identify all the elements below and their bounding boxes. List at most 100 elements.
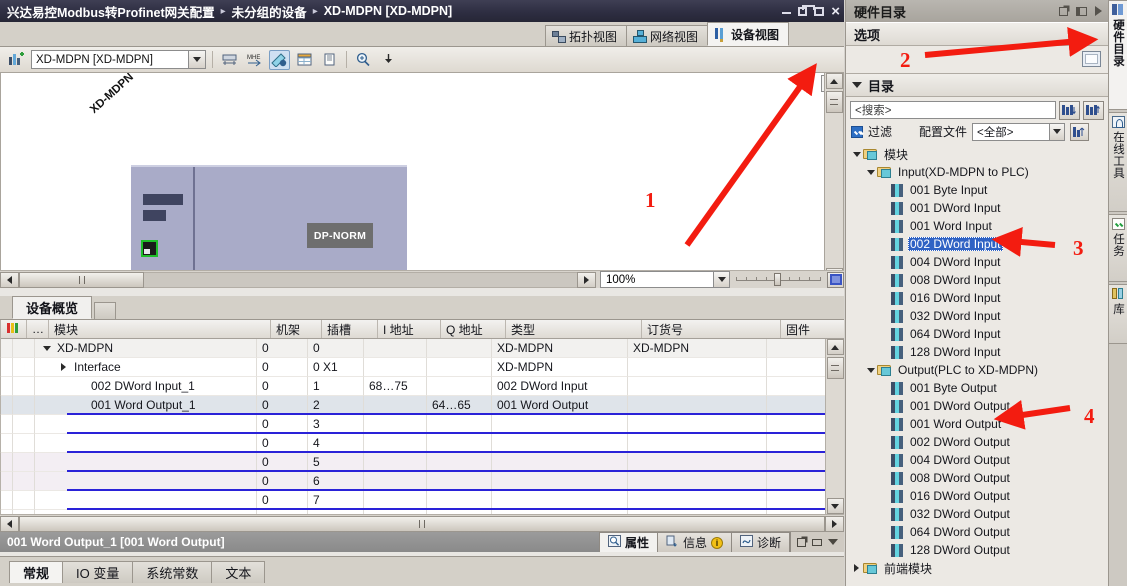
search-up-icon[interactable]: [1083, 100, 1104, 120]
hscroll-left-button[interactable]: [0, 271, 19, 288]
device-canvas[interactable]: XD-MDPN DP-NORM: [1, 73, 824, 284]
cell-iaddr[interactable]: 68…75: [364, 377, 427, 396]
reset-icon[interactable]: MHE: [244, 50, 265, 70]
cell-dots[interactable]: [13, 472, 35, 491]
catalog-tree-item[interactable]: 002 DWord Output: [846, 433, 1108, 451]
catalog-tree-item[interactable]: 128 DWord Input: [846, 343, 1108, 361]
hscroll-right-button[interactable]: [577, 271, 596, 288]
table-row[interactable]: Interface 0 0 X1 XD-MDPN: [0, 358, 825, 377]
cell-slot[interactable]: 0 X1: [308, 358, 364, 377]
tab-device-overview[interactable]: 设备概览: [12, 296, 93, 319]
tree-expander-icon[interactable]: [850, 564, 863, 572]
cell-type[interactable]: XD-MDPN: [492, 339, 628, 358]
add-device-icon[interactable]: [6, 50, 27, 70]
catalog-tree-item[interactable]: 001 Word Input: [846, 217, 1108, 235]
catalog-tree-item[interactable]: 064 DWord Output: [846, 523, 1108, 541]
inspector-bottom-tab[interactable]: 文本: [211, 561, 266, 583]
catalog-tree-item[interactable]: 032 DWord Output: [846, 505, 1108, 523]
catalog-tree-item[interactable]: 前端模块: [846, 559, 1108, 577]
cell-firmware[interactable]: [767, 339, 825, 358]
cell-dots[interactable]: [13, 339, 35, 358]
table-header-firmware[interactable]: 固件: [781, 320, 844, 338]
breadcrumb-item-device[interactable]: XD-MDPN [XD-MDPN]: [324, 4, 452, 18]
catalog-tree-item[interactable]: 016 DWord Output: [846, 487, 1108, 505]
inspector-bottom-tab[interactable]: 系统常数: [132, 561, 213, 583]
cell-order[interactable]: [628, 377, 767, 396]
catalog-section-header[interactable]: 目录: [846, 74, 1108, 97]
table-horizontal-scrollbar[interactable]: [0, 514, 844, 532]
table-header-rack[interactable]: 机架: [271, 320, 322, 338]
dp-norm-module[interactable]: DP-NORM: [307, 223, 373, 248]
catalog-tree-item[interactable]: 001 DWord Output: [846, 397, 1108, 415]
minimize-icon[interactable]: [782, 5, 792, 14]
tab-network-view[interactable]: 网络视图: [625, 25, 708, 46]
cell-dots[interactable]: [13, 396, 35, 415]
breadcrumb-item-project[interactable]: 兴达易控Modbus转Profinet网关配置: [7, 2, 215, 21]
align-icon[interactable]: [219, 50, 240, 70]
catalog-options-toggle-icon[interactable]: [1082, 51, 1101, 67]
tree-expander-icon[interactable]: [850, 151, 863, 157]
cell-module[interactable]: XD-MDPN: [35, 339, 257, 358]
chevron-down-icon[interactable]: [852, 82, 862, 88]
scroll-thumb[interactable]: [825, 91, 843, 113]
cell-slot[interactable]: 0: [308, 339, 364, 358]
device-selector-combo[interactable]: XD-MDPN [XD-MDPN]: [31, 50, 206, 69]
catalog-tree-item[interactable]: 004 DWord Output: [846, 451, 1108, 469]
tree-expander-icon[interactable]: [864, 367, 877, 373]
cell-firmware[interactable]: [767, 377, 825, 396]
catalog-tree[interactable]: 模块 Input(XD-MDPN to PLC) 001 Byte Input 001…: [846, 145, 1108, 586]
catalog-tree-item[interactable]: 064 DWord Input: [846, 325, 1108, 343]
side-tab-tasks[interactable]: 任务: [1109, 214, 1127, 282]
zoom-dropdown-icon[interactable]: [378, 50, 399, 70]
fit-to-window-icon[interactable]: [827, 271, 844, 288]
cell-order[interactable]: XD-MDPN: [628, 339, 767, 358]
catalog-tree-item[interactable]: 008 DWord Output: [846, 469, 1108, 487]
side-tab-hardware-catalog[interactable]: 硬件目录: [1109, 0, 1127, 110]
table-header-status[interactable]: [1, 320, 27, 338]
tab-properties[interactable]: 属性: [598, 532, 658, 552]
collapse-icon[interactable]: [1076, 6, 1087, 16]
cell-module[interactable]: Interface: [35, 358, 257, 377]
cell-qaddr[interactable]: [427, 358, 492, 377]
scroll-up-button[interactable]: [825, 73, 843, 89]
tab-info[interactable]: 信息 i: [656, 532, 732, 552]
tab-device-view[interactable]: 设备视图: [706, 22, 789, 46]
zoom-level-combo[interactable]: 100%: [600, 271, 730, 288]
cell-type[interactable]: XD-MDPN: [492, 358, 628, 377]
inspector-bottom-tab[interactable]: IO 变量: [62, 561, 134, 583]
catalog-tree-item[interactable]: Output(PLC to XD-MDPN): [846, 361, 1108, 379]
catalog-search-input[interactable]: <搜索>: [850, 101, 1056, 119]
hscroll-thumb[interactable]: [19, 515, 825, 532]
table-vertical-scrollbar[interactable]: [825, 339, 844, 514]
cell-rack[interactable]: 0: [257, 339, 308, 358]
profile-combo[interactable]: <全部>: [972, 122, 1066, 141]
float-icon[interactable]: [797, 537, 806, 547]
side-tab-library[interactable]: 库: [1109, 284, 1127, 344]
chevron-down-icon[interactable]: [713, 272, 729, 287]
collapse-icon[interactable]: [812, 538, 822, 546]
cell-dots[interactable]: [13, 491, 35, 510]
cell-module[interactable]: 002 DWord Input_1: [35, 377, 257, 396]
canvas-vertical-scrollbar[interactable]: [824, 73, 843, 284]
cell-type[interactable]: 002 DWord Input: [492, 377, 628, 396]
hscroll-left-button[interactable]: [0, 515, 19, 532]
scroll-up-button[interactable]: [826, 339, 844, 355]
cell-rack[interactable]: 0: [257, 377, 308, 396]
tab-diagnostics[interactable]: 诊断: [730, 532, 790, 552]
table-header-type[interactable]: 类型: [506, 320, 642, 338]
catalog-tree-item[interactable]: 001 DWord Input: [846, 199, 1108, 217]
catalog-tree-item[interactable]: Input(XD-MDPN to PLC): [846, 163, 1108, 181]
float-icon[interactable]: [1059, 6, 1068, 16]
cell-iaddr[interactable]: [364, 358, 427, 377]
chevron-down-icon[interactable]: [1049, 123, 1065, 140]
catalog-tree-item[interactable]: 128 DWord Output: [846, 541, 1108, 559]
profile-settings-icon[interactable]: [1070, 122, 1090, 141]
cell-dots[interactable]: [13, 453, 35, 472]
scroll-down-button[interactable]: [826, 498, 844, 514]
chevron-down-icon[interactable]: [188, 51, 205, 68]
restore-icon[interactable]: [798, 4, 816, 16]
filter-checkbox[interactable]: [851, 125, 863, 138]
chevron-right-icon[interactable]: [1095, 6, 1102, 16]
search-down-icon[interactable]: [1059, 100, 1080, 120]
cell-dots[interactable]: [13, 358, 35, 377]
